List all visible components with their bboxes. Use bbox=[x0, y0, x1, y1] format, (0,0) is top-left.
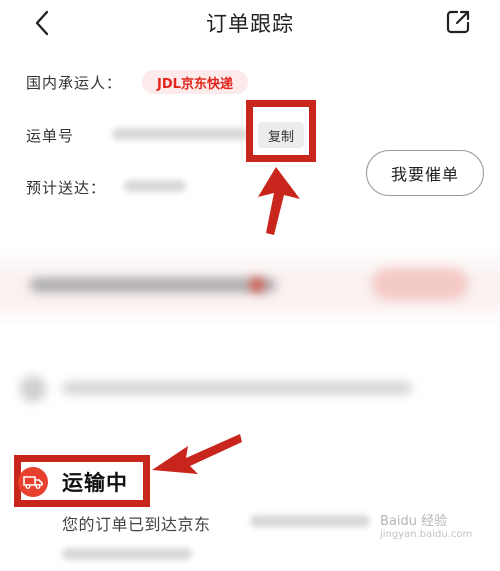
tracking-message-blurred bbox=[250, 515, 370, 527]
promo-button-blurred bbox=[372, 268, 468, 300]
watermark: Baidu 经验 jingyan.baidu.com bbox=[380, 510, 472, 540]
carrier-logo: JDL京东快递 bbox=[142, 70, 248, 94]
notice-text-blurred bbox=[62, 382, 412, 394]
eta-value-blurred bbox=[124, 180, 186, 192]
promo-text-blurred bbox=[30, 278, 276, 292]
annotation-arrow-icon bbox=[150, 428, 242, 480]
eta-label: 预计送达： bbox=[26, 179, 107, 197]
annotation-arrow-icon bbox=[240, 165, 306, 237]
waybill-number-blurred bbox=[112, 128, 248, 140]
tracking-message: 您的订单已到达京东 bbox=[62, 515, 211, 534]
share-icon[interactable] bbox=[444, 8, 472, 36]
promo-highlight-blurred bbox=[250, 278, 264, 292]
notice-icon-blurred bbox=[20, 376, 46, 402]
truck-icon bbox=[18, 467, 48, 497]
carrier-label: 国内承运人： bbox=[26, 74, 123, 92]
watermark-brand: Baidu 经验 bbox=[380, 514, 448, 529]
waybill-label: 运单号 bbox=[26, 127, 75, 145]
watermark-url: jingyan.baidu.com bbox=[380, 529, 473, 540]
copy-button[interactable]: 复制 bbox=[258, 122, 304, 148]
urge-order-button[interactable]: 我要催单 bbox=[366, 150, 484, 196]
tracking-status: 运输中 bbox=[62, 471, 128, 495]
tracking-time-blurred bbox=[62, 548, 192, 560]
page-title: 订单跟踪 bbox=[206, 12, 294, 36]
